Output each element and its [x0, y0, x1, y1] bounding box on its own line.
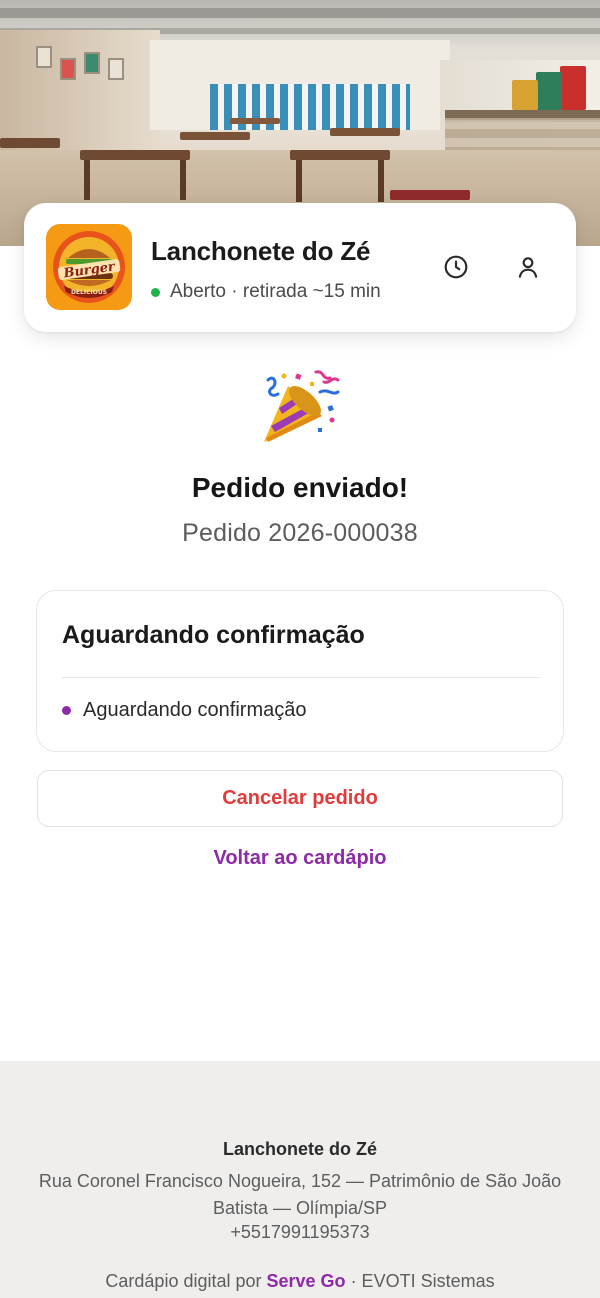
user-icon — [518, 257, 538, 278]
credit-prefix: Cardápio digital por — [105, 1271, 267, 1291]
timeline-dot — [62, 706, 71, 715]
order-status-heading: Aguardando confirmação — [62, 621, 365, 649]
footer-credit: Cardápio digital por Serve Go · EVOTI Si… — [0, 1271, 600, 1292]
party-popper-icon — [264, 370, 340, 442]
clock-icon — [444, 255, 468, 279]
back-to-menu-link[interactable]: Voltar ao cardápio — [0, 847, 600, 870]
order-sent-title: Pedido enviado! — [191, 472, 409, 503]
store-header-card: Burger DELICIOUS Lanchonete do Zé Aberto… — [24, 203, 576, 332]
store-name: Lanchonete do Zé — [151, 236, 371, 266]
store-status-text: Aberto · retirada ~15 min — [170, 281, 381, 302]
timeline-item-label: Aguardando confirmação — [83, 699, 307, 721]
open-status-dot — [151, 287, 160, 297]
store-status: Aberto · retirada ~15 min — [151, 281, 381, 303]
footer: Lanchonete do Zé Rua Coronel Francisco N… — [0, 1061, 600, 1298]
order-history-button[interactable] — [438, 249, 474, 285]
credit-suffix: · EVOTI Sistemas — [345, 1271, 495, 1291]
cancel-order-button[interactable]: Cancelar pedido — [37, 770, 563, 827]
footer-phone: +5517991195373 — [230, 1222, 370, 1242]
status-timeline-item: Aguardando confirmação — [62, 699, 306, 722]
order-number: Pedido 2026-000038 — [182, 519, 418, 547]
profile-button[interactable] — [510, 249, 546, 285]
order-status-card: Aguardando confirmação Aguardando confir… — [36, 590, 564, 752]
svg-text:DELICIOUS: DELICIOUS — [71, 289, 107, 296]
footer-store-name: Lanchonete do Zé — [222, 1139, 377, 1159]
serve-go-link[interactable]: Serve Go — [267, 1271, 346, 1291]
divider — [62, 677, 540, 678]
footer-address: Rua Coronel Francisco Nogueira, 152 — Pa… — [38, 1171, 562, 1218]
store-logo: Burger DELICIOUS — [46, 224, 132, 310]
